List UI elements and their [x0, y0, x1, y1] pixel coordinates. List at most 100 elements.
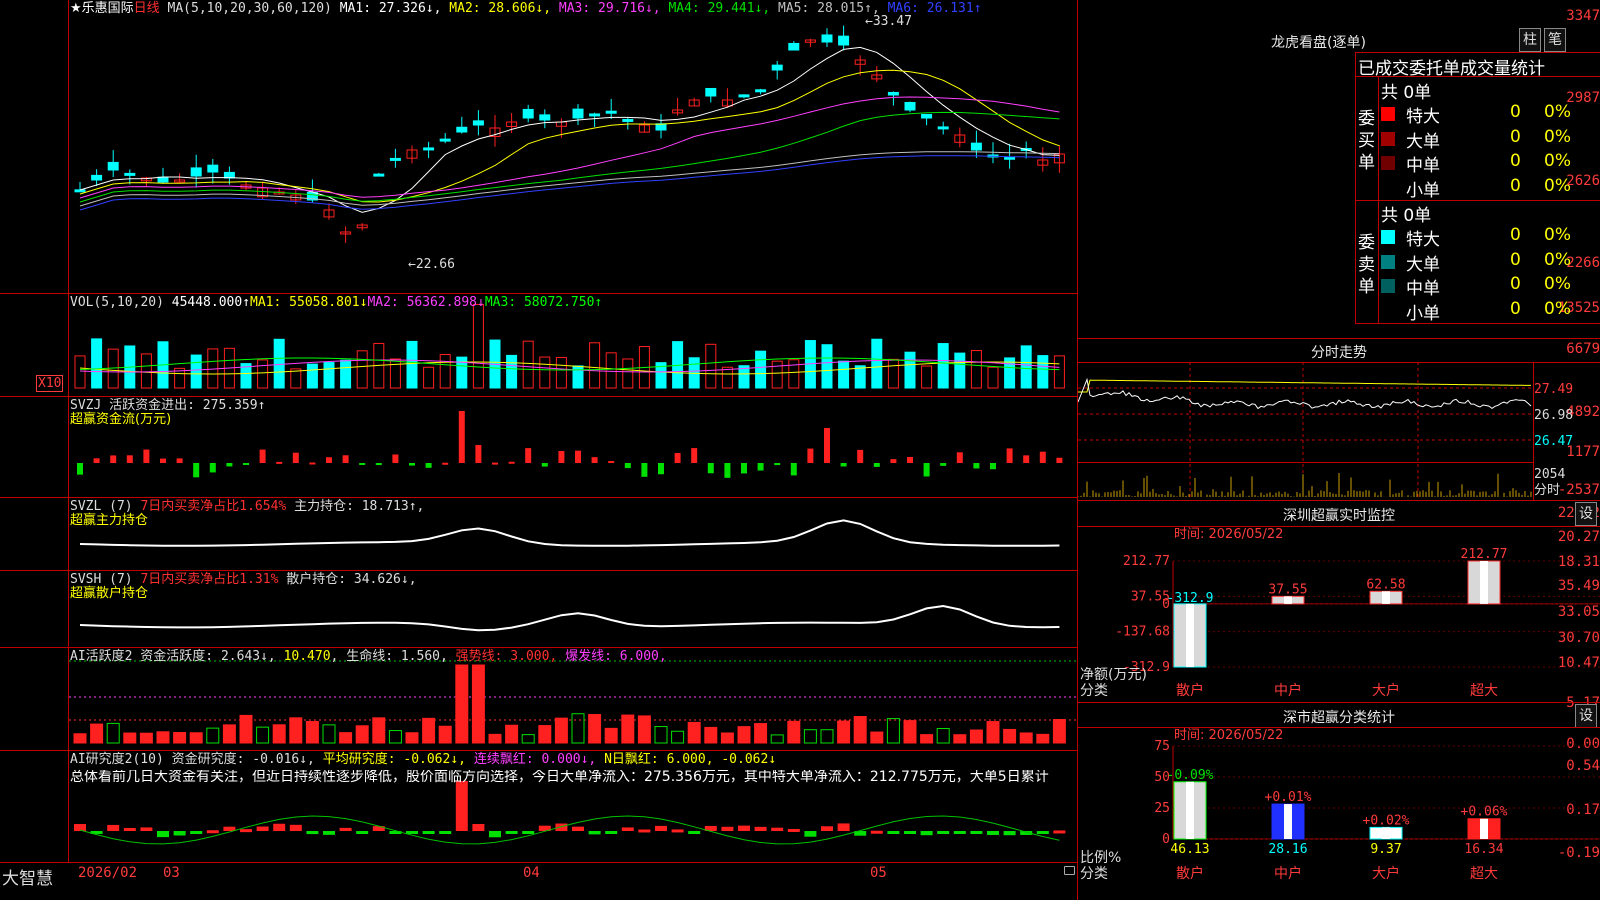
date-label: 2026/02	[78, 865, 138, 881]
research-bar	[821, 826, 833, 831]
candle-body	[937, 126, 949, 130]
y-axis-title: 净额(万元)	[1080, 667, 1147, 683]
order-count: 0	[1510, 249, 1521, 270]
volume-bar	[389, 358, 401, 389]
bar-value-label: 28.16	[1268, 842, 1307, 857]
bar-value-label: -312.9	[1167, 591, 1214, 606]
fund-flow-bar	[508, 461, 515, 464]
intraday-title: 分时走势	[1311, 345, 1367, 361]
fund-flow-bar	[857, 449, 864, 463]
sz-class-settings-button[interactable]: 设	[1575, 704, 1597, 728]
bar-highlight	[1284, 804, 1292, 839]
candle-body	[207, 164, 219, 173]
main-holding-line	[79, 519, 1060, 547]
activity-bar	[621, 714, 635, 744]
period-label[interactable]: 日线	[134, 1, 160, 16]
research-bar	[953, 831, 966, 834]
bar-highlight	[1480, 561, 1488, 604]
fund-flow-bar	[790, 463, 797, 476]
ma-value: MA3: 29.716↓,	[558, 1, 669, 16]
volume-bar	[937, 343, 949, 389]
fund-flow-bar	[160, 458, 166, 463]
candle-body	[605, 110, 617, 114]
fund-flow-bar	[193, 463, 200, 478]
volume-bar	[970, 349, 982, 389]
dragon-tiger-title: 龙虎看盘(逐单)	[1271, 35, 1366, 51]
research-bar	[240, 829, 252, 833]
volume-bar	[788, 359, 800, 389]
volume-bar	[705, 343, 717, 389]
research-bar	[688, 831, 701, 834]
fund-flow-bar	[724, 463, 731, 478]
volume-bar	[887, 358, 899, 389]
volume-bar	[987, 366, 999, 389]
category-bar	[1369, 590, 1403, 605]
activity-bar	[505, 724, 519, 744]
bar-value-label: 62.58	[1366, 577, 1405, 592]
volume-bar	[74, 355, 86, 389]
sell-side-label: 委卖单	[1358, 233, 1375, 297]
activity-bar	[206, 727, 220, 744]
buy-side-label: 委买单	[1358, 109, 1375, 173]
pen-mode-button[interactable]: 笔	[1544, 28, 1566, 52]
activity-bar	[754, 723, 768, 744]
candle-body	[572, 108, 584, 119]
buy-total: 共 0单	[1381, 83, 1432, 103]
fund-flow-bar	[359, 463, 366, 465]
fund-flow-bar	[226, 463, 233, 467]
volume-bar	[555, 357, 567, 389]
order-label: 小单	[1406, 303, 1440, 324]
activity-bar	[554, 717, 568, 744]
order-pct: 0%	[1544, 126, 1571, 147]
order-pct: 0%	[1544, 298, 1571, 319]
intraday-vol-label: 分时	[1534, 483, 1561, 498]
candle-body	[821, 34, 833, 43]
order-label: 中单	[1406, 279, 1440, 299]
fund-flow-bar	[392, 454, 399, 463]
volume-bar	[622, 358, 634, 389]
fund-flow-bar	[176, 458, 183, 463]
intraday-tick: 27.49	[1534, 382, 1574, 397]
candle-body	[738, 94, 750, 98]
activity-bar	[372, 717, 386, 744]
bar-highlight	[1284, 596, 1292, 604]
activity-bar	[173, 732, 187, 744]
volume-bar	[1053, 355, 1065, 389]
activity-bar	[920, 734, 934, 744]
candle-body	[74, 189, 86, 193]
fund-flow-bar	[525, 448, 532, 463]
activity-bar	[455, 664, 469, 744]
activity-bar	[256, 726, 270, 744]
bar-mode-button[interactable]: 柱	[1519, 28, 1541, 52]
activity-bar	[637, 715, 651, 744]
sz-monitor-settings-button[interactable]: 设	[1575, 502, 1597, 526]
activity-bar	[837, 720, 851, 744]
volume-bar	[539, 356, 551, 389]
research-bar	[306, 831, 319, 835]
brand-logo[interactable]: 大智慧	[2, 864, 53, 889]
fund-flow-bar	[375, 463, 382, 466]
ma-legend: ★乐惠国际日线 MA(5,10,20,30,60,120) MA1: 27.32…	[70, 1, 982, 16]
sz-class-chart[interactable]: 755025046.13-0.09%散户28.16+0.01%中户9.37+0.…	[1078, 728, 1600, 900]
volume-bar	[854, 365, 866, 389]
candle-body	[838, 35, 850, 46]
volume-bar	[954, 352, 966, 389]
research-bar	[289, 824, 302, 831]
fund-flow-bar	[1056, 457, 1063, 463]
fund-flow-bar	[824, 428, 830, 463]
bar-value-label: 212.77	[1461, 547, 1508, 562]
sz-monitor-chart[interactable]: 212.7737.550-137.68-312.9-312.9散户37.55中户…	[1078, 527, 1600, 702]
volume-bar	[821, 344, 833, 389]
research-bar	[256, 826, 269, 831]
activity-bar	[156, 731, 170, 744]
activity-bar	[73, 733, 87, 744]
lock-icon[interactable]	[1064, 866, 1075, 875]
svzj-subtitle: 超赢资金流(万元)	[70, 412, 172, 427]
ma-value: MA2: 28.606↓,	[449, 1, 559, 16]
fund-flow-bar	[624, 463, 631, 469]
star-icon[interactable]: ★	[70, 1, 82, 16]
research-bar	[439, 831, 452, 834]
intraday-chart[interactable]	[1078, 362, 1600, 500]
fund-flow-bar	[442, 462, 449, 465]
bar-value-label: 37.55	[1268, 582, 1307, 597]
